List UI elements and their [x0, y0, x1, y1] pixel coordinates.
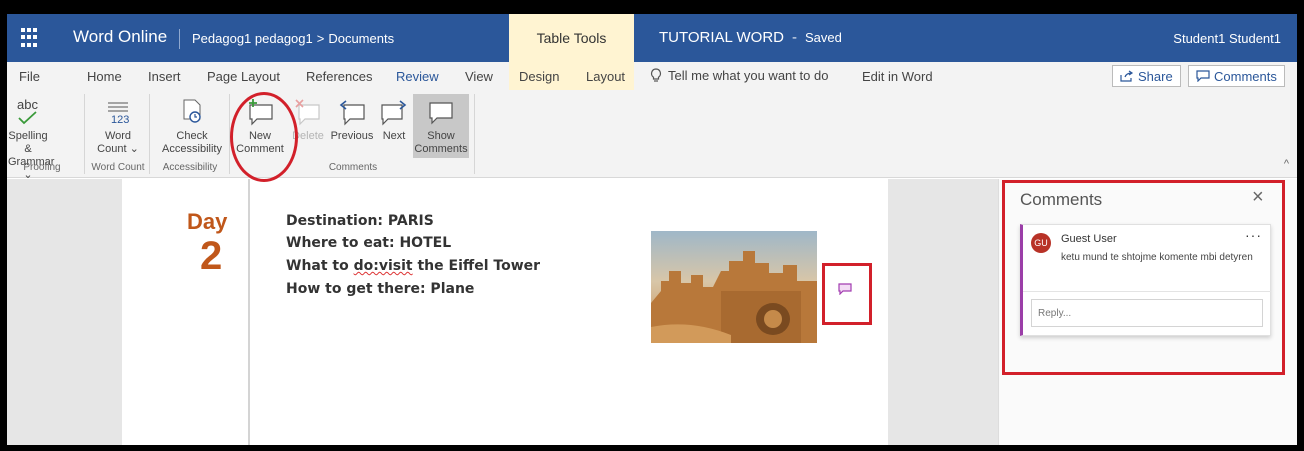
breadcrumb-folder[interactable]: Documents — [328, 31, 394, 46]
todo-prefix: What to — [286, 258, 354, 274]
show-comments-toggle[interactable]: Show Comments — [413, 94, 469, 158]
group-separator — [474, 94, 475, 174]
page-margin — [888, 179, 998, 445]
tab-insert[interactable]: Insert — [148, 69, 181, 84]
spelling-icon: abc — [8, 94, 48, 130]
breadcrumb-owner[interactable]: Pedagog1 pedagog1 — [192, 31, 313, 46]
group-label-word-count: Word Count — [91, 162, 145, 173]
svg-text:123: 123 — [111, 114, 129, 126]
tab-references[interactable]: References — [306, 69, 372, 84]
tab-home[interactable]: Home — [87, 69, 122, 84]
ribbon: abc Spelling & Grammar ⌄ 123 Word Count … — [7, 90, 1297, 181]
app-name[interactable]: Word Online — [73, 27, 167, 47]
accessibility-checker-icon — [159, 94, 225, 130]
spelling-label-1: Spelling & — [8, 130, 48, 155]
ribbon-tabs: File Home Insert Page Layout References … — [7, 62, 1297, 90]
next-label: Next — [382, 130, 406, 142]
word-count-label-1: Word — [104, 130, 132, 142]
word-count-label-2: Count ⌄ — [97, 143, 139, 155]
word-online-window: Word Online Pedagog1 pedagog1 > Documents … — [7, 14, 1297, 445]
next-comment-button[interactable]: Next — [377, 94, 411, 143]
share-label: Share — [1138, 68, 1173, 84]
comments-button[interactable]: Comments — [1188, 65, 1285, 87]
previous-label: Previous — [330, 130, 374, 142]
tell-me-box[interactable]: Tell me what you want to do — [650, 68, 828, 83]
check-accessibility-button[interactable]: Check Accessibility — [159, 94, 225, 156]
table-column-line — [248, 179, 250, 445]
share-button[interactable]: Share — [1112, 65, 1181, 87]
check-label-2: Accessibility — [162, 143, 222, 155]
day-number: 2 — [200, 234, 223, 278]
spelling-error-word[interactable]: do:visit — [354, 258, 413, 274]
tab-view[interactable]: View — [465, 69, 493, 84]
tab-file[interactable]: File — [19, 69, 40, 84]
svg-text:abc: abc — [17, 97, 38, 112]
lightbulb-icon — [650, 68, 662, 82]
breadcrumb: Pedagog1 pedagog1 > Documents — [192, 31, 394, 46]
title-separator — [179, 29, 180, 49]
show-comments-icon — [413, 94, 469, 130]
text-line-travel: How to get there: Plane — [286, 281, 475, 297]
document-title[interactable]: TUTORIAL WORD - Saved — [659, 29, 842, 46]
show-label-2: Comments — [414, 143, 468, 155]
word-count-button[interactable]: 123 Word Count ⌄ — [95, 94, 141, 156]
document-page[interactable]: Day 2 Destination: PARIS Where to eat: H… — [122, 179, 888, 445]
check-label-1: Check — [176, 130, 208, 142]
table-tools-context-label: Table Tools — [509, 14, 634, 62]
sandcastle-image[interactable] — [651, 231, 817, 343]
comments-label: Comments — [1214, 68, 1277, 84]
tab-page-layout[interactable]: Page Layout — [207, 69, 280, 84]
comment-icon — [1196, 70, 1210, 82]
share-icon — [1120, 70, 1134, 82]
app-launcher-icon[interactable] — [21, 28, 41, 48]
group-separator — [84, 94, 85, 174]
group-separator — [149, 94, 150, 174]
edit-in-word-link[interactable]: Edit in Word — [862, 69, 933, 84]
tab-design[interactable]: Design — [519, 69, 559, 84]
collapse-ribbon-chevron-icon[interactable]: ^ — [1284, 158, 1289, 170]
text-line-todo: What to do:visit the Eiffel Tower — [286, 258, 540, 274]
text-line-eat: Where to eat: HOTEL — [286, 235, 452, 251]
previous-comment-button[interactable]: Previous — [329, 94, 375, 143]
tell-me-text: Tell me what you want to do — [668, 68, 829, 83]
save-status: Saved — [805, 30, 842, 45]
todo-suffix: the Eiffel Tower — [412, 258, 541, 274]
group-label-proofing: Proofing — [23, 162, 61, 173]
day-label: Day — [187, 209, 228, 234]
tab-review[interactable]: Review — [396, 69, 439, 84]
show-label-1: Show — [427, 130, 455, 142]
doc-title-sep: - — [792, 29, 798, 46]
user-account[interactable]: Student1 Student1 — [1173, 31, 1281, 46]
text-line-destination: Destination: PARIS — [286, 213, 434, 229]
next-comment-icon — [377, 94, 411, 130]
group-label-accessibility: Accessibility — [162, 162, 218, 173]
title-bar: Word Online Pedagog1 pedagog1 > Documents … — [7, 14, 1297, 62]
annotation-box-panel — [1002, 180, 1285, 375]
annotation-box-marker — [822, 263, 872, 325]
tab-layout[interactable]: Layout — [586, 69, 625, 84]
previous-comment-icon — [329, 94, 375, 130]
annotation-ellipse-new-comment — [230, 92, 298, 182]
word-count-icon: 123 — [95, 94, 141, 130]
breadcrumb-chevron: > — [316, 31, 325, 46]
doc-title-text: TUTORIAL WORD — [659, 29, 785, 46]
